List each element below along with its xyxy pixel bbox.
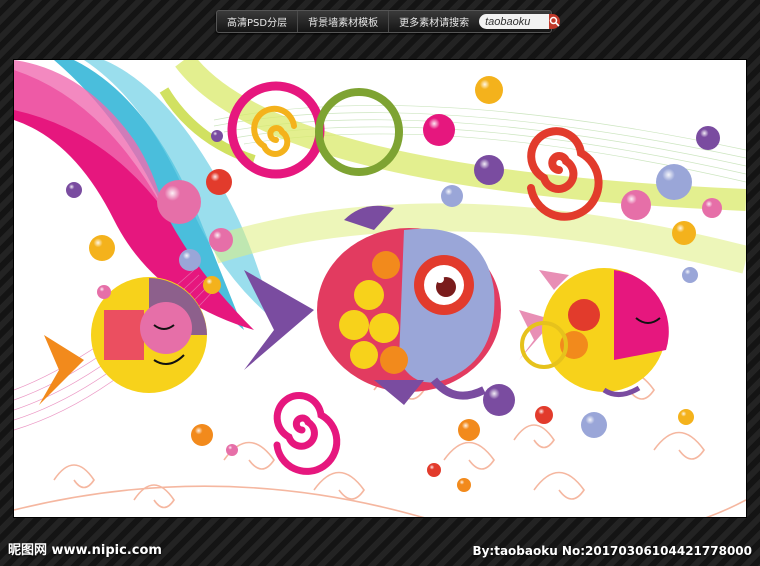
fish-bubbles-illustration xyxy=(14,60,746,517)
magenta-spiral xyxy=(273,392,341,475)
nav-link-background-templates[interactable]: 背景墙素材模板 xyxy=(298,11,390,32)
watermark-site: 昵图网 www.nipic.com xyxy=(8,543,162,558)
left-fish xyxy=(39,277,207,405)
right-fish xyxy=(519,268,669,397)
search-icon xyxy=(549,16,560,27)
nav-link-more-search[interactable]: 更多素材请搜索 xyxy=(389,11,473,32)
search-input[interactable] xyxy=(479,14,550,29)
nav-link-psd[interactable]: 高清PSD分层 xyxy=(217,11,299,32)
peach-swirls xyxy=(14,371,746,517)
top-nav-bar: 高清PSD分层 背景墙素材模板 更多素材请搜索 xyxy=(216,10,561,33)
search-button[interactable] xyxy=(549,14,561,29)
watermark-credit: By:taobaoku No:20170306104421778000 xyxy=(472,544,752,558)
artwork-canvas xyxy=(14,60,746,517)
